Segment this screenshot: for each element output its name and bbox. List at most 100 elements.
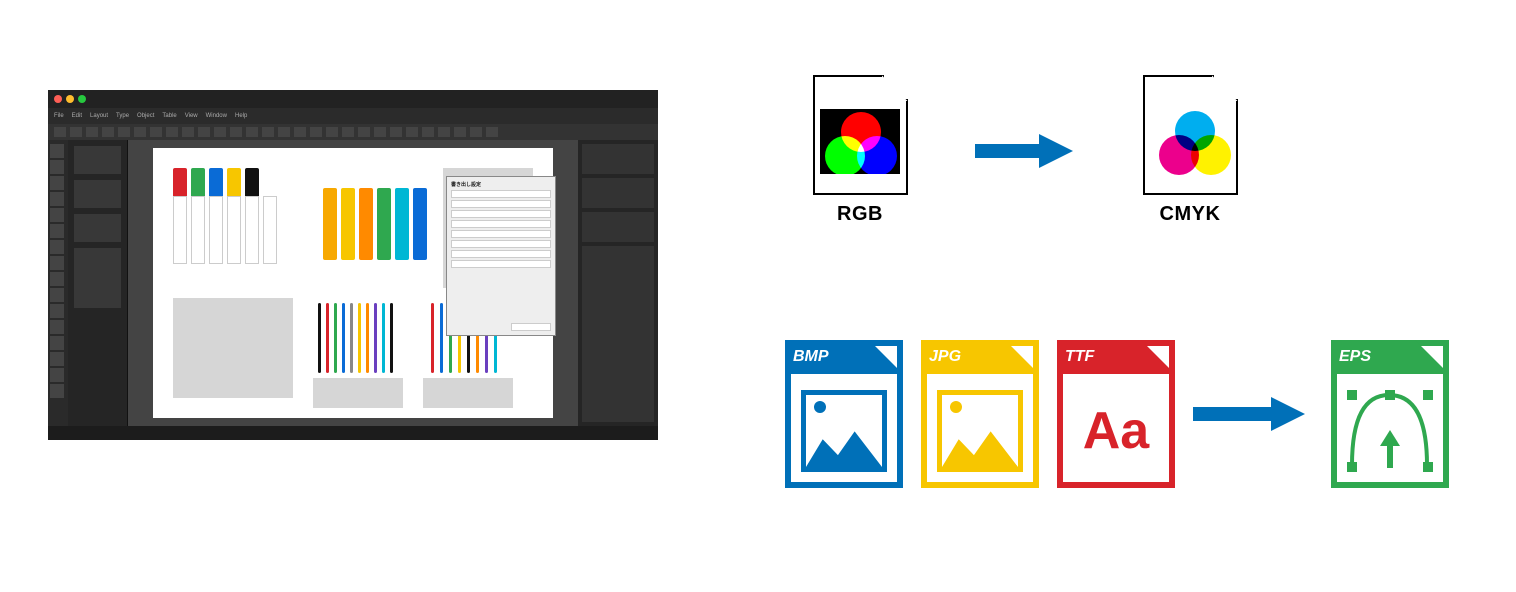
panel[interactable] xyxy=(74,180,121,208)
option-chip[interactable] xyxy=(294,127,306,137)
option-chip[interactable] xyxy=(134,127,146,137)
dialog-field[interactable] xyxy=(451,240,551,248)
dialog-field[interactable] xyxy=(451,210,551,218)
options-bar[interactable] xyxy=(48,124,658,140)
tool-button[interactable] xyxy=(50,240,64,254)
tool-button[interactable] xyxy=(50,256,64,270)
option-chip[interactable] xyxy=(246,127,258,137)
panel[interactable] xyxy=(582,144,654,174)
tool-button[interactable] xyxy=(50,288,64,302)
option-chip[interactable] xyxy=(198,127,210,137)
option-chip[interactable] xyxy=(182,127,194,137)
workarea: 書き出し設定 xyxy=(48,140,658,426)
tool-button[interactable] xyxy=(50,304,64,318)
highlighter-graphic xyxy=(359,188,373,260)
option-chip[interactable] xyxy=(326,127,338,137)
tool-button[interactable] xyxy=(50,192,64,206)
cmyk-label: CMYK xyxy=(1160,203,1221,226)
highlighter-graphic xyxy=(413,188,427,260)
option-chip[interactable] xyxy=(166,127,178,137)
option-chip[interactable] xyxy=(70,127,82,137)
option-chip[interactable] xyxy=(422,127,434,137)
export-dialog[interactable]: 書き出し設定 xyxy=(446,176,556,336)
option-chip[interactable] xyxy=(438,127,450,137)
design-app-window: File Edit Layout Type Object Table View Window H… xyxy=(48,90,658,440)
option-chip[interactable] xyxy=(54,127,66,137)
tool-button[interactable] xyxy=(50,144,64,158)
option-chip[interactable] xyxy=(278,127,290,137)
dialog-field[interactable] xyxy=(451,220,551,228)
dialog-field[interactable] xyxy=(451,260,551,268)
dialog-field[interactable] xyxy=(451,200,551,208)
dialog-field[interactable] xyxy=(451,190,551,198)
option-chip[interactable] xyxy=(262,127,274,137)
menu-item[interactable]: File xyxy=(54,113,64,119)
close-icon[interactable] xyxy=(54,95,62,103)
pen-graphic xyxy=(431,303,434,373)
option-chip[interactable] xyxy=(374,127,386,137)
menu-item[interactable]: Window xyxy=(206,113,227,119)
image-placeholder[interactable] xyxy=(423,378,513,408)
image-placeholder[interactable] xyxy=(173,298,293,398)
rgb-document: RGB xyxy=(805,75,915,226)
option-chip[interactable] xyxy=(390,127,402,137)
panel[interactable] xyxy=(582,246,654,422)
maximize-icon[interactable] xyxy=(78,95,86,103)
pen-graphic xyxy=(334,303,337,373)
highlighter-graphic xyxy=(341,188,355,260)
menu-item[interactable]: Edit xyxy=(72,113,82,119)
canvas[interactable]: 書き出し設定 xyxy=(128,140,578,426)
menu-item[interactable]: Help xyxy=(235,113,247,119)
file-label: TTF xyxy=(1057,340,1141,374)
tool-button[interactable] xyxy=(50,320,64,334)
option-chip[interactable] xyxy=(342,127,354,137)
dialog-ok-button[interactable] xyxy=(511,323,551,331)
menu-item[interactable]: Type xyxy=(116,113,129,119)
menu-item[interactable]: Table xyxy=(162,113,176,119)
pen-graphic xyxy=(440,303,443,373)
option-chip[interactable] xyxy=(230,127,242,137)
option-chip[interactable] xyxy=(406,127,418,137)
option-chip[interactable] xyxy=(102,127,114,137)
panel[interactable] xyxy=(582,212,654,242)
option-chip[interactable] xyxy=(310,127,322,137)
panel[interactable] xyxy=(582,178,654,208)
left-panels[interactable] xyxy=(68,140,128,426)
image-placeholder[interactable] xyxy=(313,378,403,408)
menu-item[interactable]: Object xyxy=(137,113,154,119)
panel[interactable] xyxy=(74,248,121,308)
option-chip[interactable] xyxy=(150,127,162,137)
tool-button[interactable] xyxy=(50,208,64,222)
option-chip[interactable] xyxy=(454,127,466,137)
file-bmp: BMP xyxy=(785,340,903,488)
option-chip[interactable] xyxy=(470,127,482,137)
marker-graphic xyxy=(173,168,187,264)
menubar[interactable]: File Edit Layout Type Object Table View Window H… xyxy=(48,108,658,124)
panel[interactable] xyxy=(74,146,121,174)
arrow-right-icon xyxy=(1193,397,1313,431)
page-fold-icon xyxy=(1212,75,1238,101)
tool-button[interactable] xyxy=(50,272,64,286)
option-chip[interactable] xyxy=(86,127,98,137)
option-chip[interactable] xyxy=(358,127,370,137)
toolbox[interactable] xyxy=(48,140,68,426)
color-circle xyxy=(857,136,897,176)
option-chip[interactable] xyxy=(118,127,130,137)
file-label: BMP xyxy=(785,340,869,374)
right-panels[interactable] xyxy=(578,140,658,426)
tool-button[interactable] xyxy=(50,160,64,174)
tool-button[interactable] xyxy=(50,224,64,238)
tool-button[interactable] xyxy=(50,176,64,190)
tool-button[interactable] xyxy=(50,368,64,382)
option-chip[interactable] xyxy=(214,127,226,137)
dialog-field[interactable] xyxy=(451,230,551,238)
tool-button[interactable] xyxy=(50,384,64,398)
dialog-field[interactable] xyxy=(451,250,551,258)
tool-button[interactable] xyxy=(50,352,64,366)
option-chip[interactable] xyxy=(486,127,498,137)
menu-item[interactable]: View xyxy=(185,113,198,119)
panel[interactable] xyxy=(74,214,121,242)
minimize-icon[interactable] xyxy=(66,95,74,103)
tool-button[interactable] xyxy=(50,336,64,350)
menu-item[interactable]: Layout xyxy=(90,113,108,119)
